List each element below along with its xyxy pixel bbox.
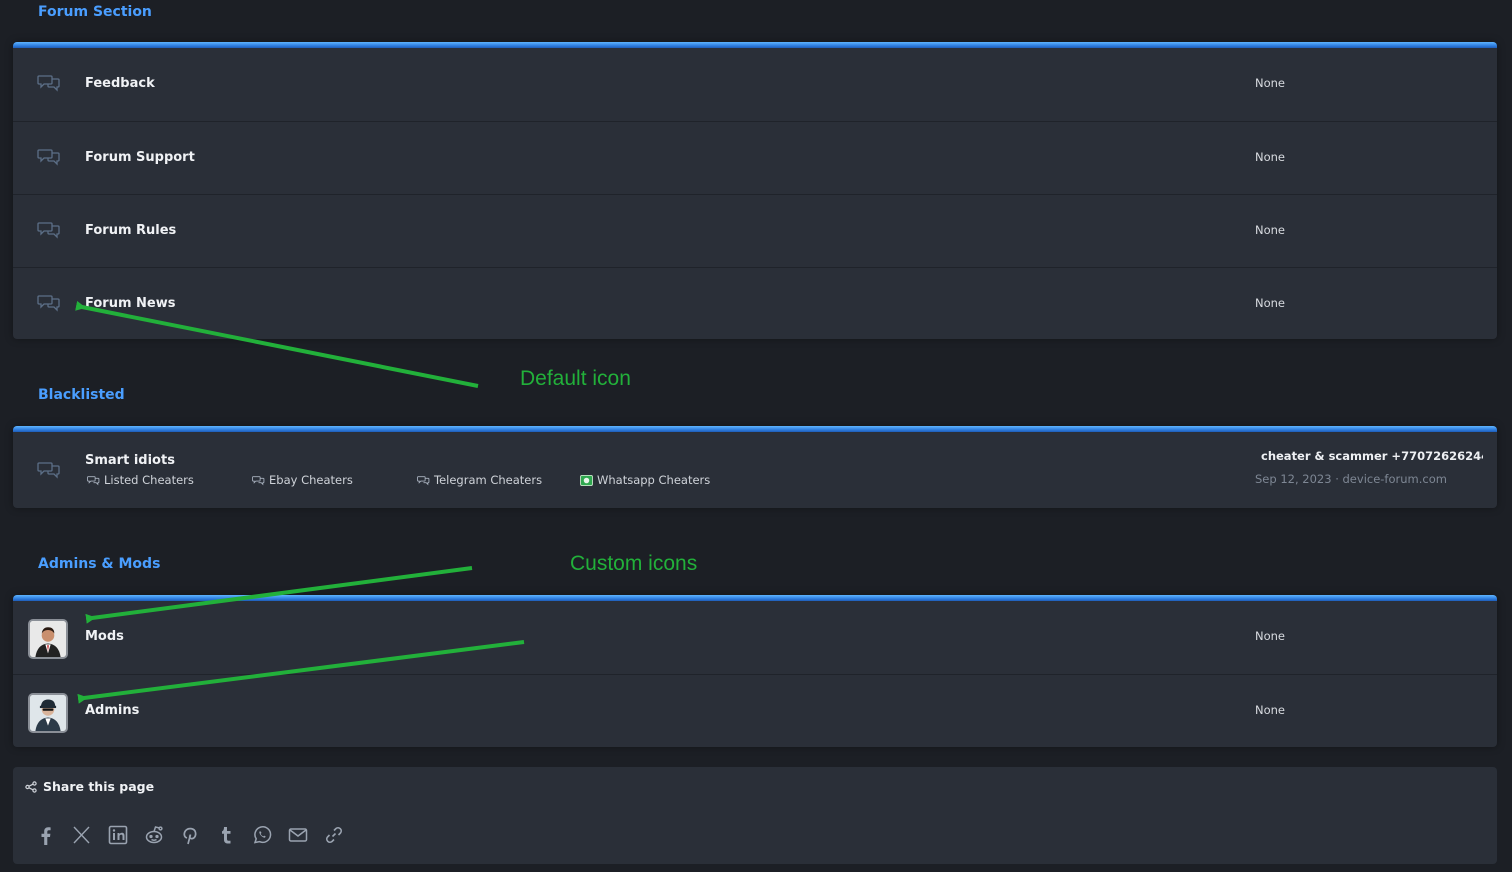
- linkedin-icon[interactable]: [107, 824, 129, 846]
- chat-bubbles-icon: [37, 73, 61, 93]
- share-block: Share this page: [13, 767, 1497, 864]
- subforum-label[interactable]: Ebay Cheaters: [269, 473, 353, 487]
- node-last-post: None: [1255, 150, 1286, 164]
- node-last-post: None: [1255, 223, 1286, 237]
- node-title[interactable]: Forum Support: [85, 150, 195, 165]
- node-smart-idiots[interactable]: Smart idiots Listed Cheaters Ebay Cheate…: [13, 432, 1497, 508]
- node-forum-support[interactable]: Forum Support None: [13, 121, 1497, 194]
- node-forum-rules[interactable]: Forum Rules None: [13, 194, 1497, 267]
- subforum-ebay-cheaters[interactable]: Ebay Cheaters: [252, 473, 353, 487]
- admins-mods-block: Mods None Admins None: [13, 595, 1497, 747]
- node-last-post: None: [1255, 296, 1286, 310]
- node-title[interactable]: Mods: [85, 629, 124, 644]
- chat-bubbles-icon: [37, 147, 61, 167]
- node-last-post: None: [1255, 76, 1286, 90]
- node-title[interactable]: Feedback: [85, 76, 155, 91]
- admin-avatar-icon: [28, 693, 68, 733]
- node-last-post: None: [1255, 629, 1286, 643]
- share-icon-list: [35, 824, 345, 846]
- subforum-listed-cheaters[interactable]: Listed Cheaters: [87, 473, 194, 487]
- share-title: Share this page: [43, 779, 155, 794]
- share-header: Share this page: [25, 779, 154, 794]
- whatsapp-icon[interactable]: [251, 824, 273, 846]
- x-icon[interactable]: [71, 824, 93, 846]
- chat-bubbles-icon: [37, 460, 61, 480]
- node-admins[interactable]: Admins None: [13, 674, 1497, 747]
- last-post-meta[interactable]: Sep 12, 2023 · device-forum.com: [1255, 472, 1447, 486]
- node-forum-news[interactable]: Forum News None: [13, 267, 1497, 339]
- last-post-title[interactable]: cheater & scammer +77072626244 Edilk: [1261, 449, 1483, 463]
- section-title-forum-section[interactable]: Forum Section: [38, 4, 152, 20]
- tumblr-icon[interactable]: [215, 824, 237, 846]
- node-mods[interactable]: Mods None: [13, 601, 1497, 674]
- forum-section-block: Feedback None Forum Support None Forum R…: [13, 42, 1497, 339]
- node-last-post: None: [1255, 703, 1286, 717]
- subforum-whatsapp-cheaters[interactable]: Whatsapp Cheaters: [580, 473, 710, 487]
- node-title[interactable]: Forum Rules: [85, 223, 176, 238]
- blacklisted-block: Smart idiots Listed Cheaters Ebay Cheate…: [13, 426, 1497, 508]
- node-feedback[interactable]: Feedback None: [13, 48, 1497, 121]
- chat-bubbles-icon: [417, 475, 430, 485]
- facebook-icon[interactable]: [35, 824, 57, 846]
- subforum-label[interactable]: Telegram Cheaters: [434, 473, 542, 487]
- subforum-label[interactable]: Whatsapp Cheaters: [597, 473, 710, 487]
- chat-bubbles-icon: [37, 220, 61, 240]
- email-icon[interactable]: [287, 824, 309, 846]
- chat-bubbles-icon: [252, 475, 265, 485]
- annotation-default-icon: Default icon: [520, 367, 631, 390]
- chat-bubbles-icon: [87, 475, 100, 485]
- subforum-telegram-cheaters[interactable]: Telegram Cheaters: [417, 473, 542, 487]
- annotation-custom-icons: Custom icons: [570, 552, 698, 575]
- share-icon: [25, 780, 37, 793]
- node-title[interactable]: Forum News: [85, 296, 175, 311]
- whatsapp-node-icon: [580, 474, 593, 486]
- section-title-blacklisted[interactable]: Blacklisted: [38, 387, 125, 403]
- section-title-admins-mods[interactable]: Admins & Mods: [38, 556, 160, 572]
- pinterest-icon[interactable]: [179, 824, 201, 846]
- node-title[interactable]: Smart idiots: [85, 453, 175, 468]
- link-icon[interactable]: [323, 824, 345, 846]
- subforum-label[interactable]: Listed Cheaters: [104, 473, 194, 487]
- node-title[interactable]: Admins: [85, 703, 139, 718]
- mod-avatar-icon: [28, 619, 68, 659]
- chat-bubbles-icon: [37, 293, 61, 313]
- reddit-icon[interactable]: [143, 824, 165, 846]
